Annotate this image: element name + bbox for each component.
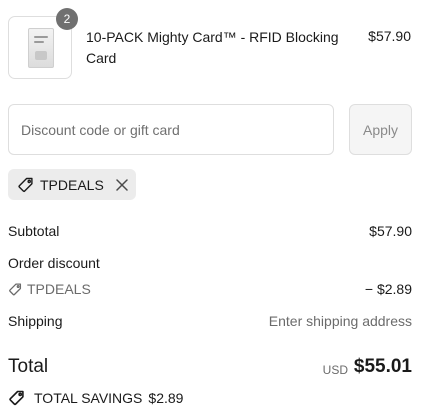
subtotal-row: Subtotal $57.90 xyxy=(8,223,412,239)
shipping-row: Shipping Enter shipping address xyxy=(8,313,412,329)
product-title: 10-PACK Mighty Card™ - RFID Blocking Car… xyxy=(86,29,339,66)
apply-button[interactable]: Apply xyxy=(349,104,412,155)
subtotal-value: $57.90 xyxy=(369,223,412,239)
subtotal-label: Subtotal xyxy=(8,223,60,239)
rfid-card-thumbnail-icon xyxy=(28,28,54,68)
discount-value: − $2.89 xyxy=(364,281,412,297)
total-savings-label: TOTAL SAVINGS xyxy=(34,390,143,406)
tag-icon xyxy=(8,282,23,297)
total-label: Total xyxy=(8,356,49,377)
quantity-badge: 2 xyxy=(56,8,78,30)
total-savings-value: $2.89 xyxy=(148,390,184,406)
applied-discount-code: TPDEALS xyxy=(40,176,104,193)
close-icon[interactable] xyxy=(114,177,130,193)
shipping-value: Enter shipping address xyxy=(268,313,412,329)
discount-code-input[interactable] xyxy=(8,104,334,155)
total-value: $55.01 xyxy=(353,356,412,377)
order-discount-label: Order discount xyxy=(8,255,100,271)
product-price: $57.90 xyxy=(368,28,411,44)
savings-tag-icon xyxy=(8,389,26,407)
discount-code-label: TPDEALS xyxy=(27,281,91,297)
currency-code: USD xyxy=(322,363,348,377)
shipping-label: Shipping xyxy=(8,313,63,329)
total-savings-row: TOTAL SAVINGS $2.89 xyxy=(8,389,183,407)
order-discount-row: Order discount xyxy=(8,255,412,271)
cart-line-item: 2 10-PACK Mighty Card™ - RFID Blocking C… xyxy=(8,8,413,80)
applied-discount-chip: TPDEALS xyxy=(8,169,136,200)
total-row: Total USD $55.01 xyxy=(8,356,412,380)
tag-icon xyxy=(17,176,35,194)
